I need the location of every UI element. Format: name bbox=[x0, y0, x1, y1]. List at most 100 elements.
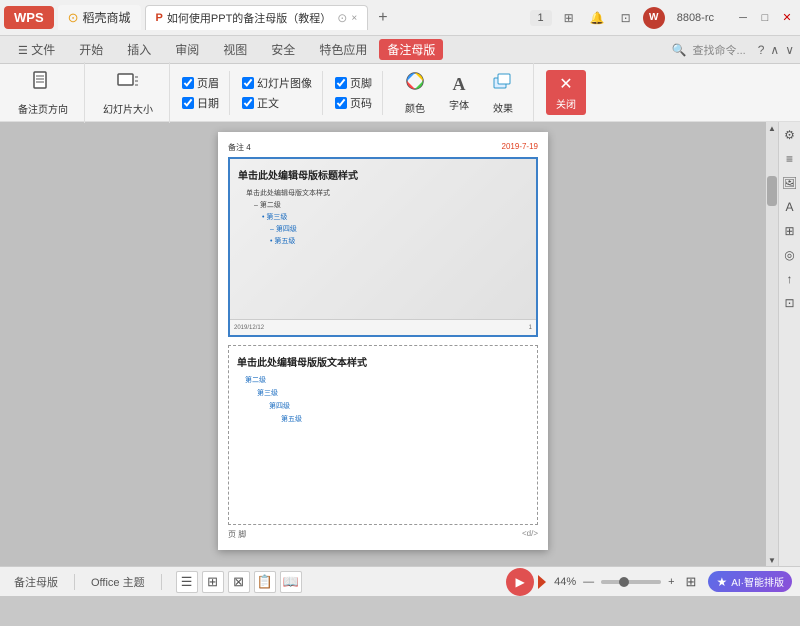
date-checkbox[interactable]: 日期 bbox=[182, 95, 219, 111]
tab-view[interactable]: 视图 bbox=[211, 37, 259, 62]
search-area: 🔍 查找命令... ? ∧ ∨ bbox=[672, 42, 794, 58]
scroll-down-btn[interactable]: ▼ bbox=[766, 554, 778, 566]
ai-smart-layout-btn[interactable]: ★ AI·智能排版 bbox=[708, 571, 792, 592]
footer-checkbox[interactable]: 页脚 bbox=[335, 75, 372, 91]
checkbox-group3: 页脚 页码 bbox=[329, 71, 383, 115]
right-tool-7[interactable]: ↑ bbox=[781, 270, 799, 288]
tab-document[interactable]: P 如何使用PPT的备注母版（教程） ⊙ × bbox=[145, 5, 369, 30]
zoom-slider[interactable] bbox=[601, 580, 661, 584]
grid-view-btn[interactable]: ⊠ bbox=[228, 571, 250, 593]
office-theme-label[interactable]: Office 主题 bbox=[85, 572, 151, 592]
font-btn[interactable]: A 字体 bbox=[439, 71, 479, 115]
page-header-left: 备注 4 bbox=[228, 142, 251, 153]
user-avatar[interactable]: W bbox=[643, 7, 665, 29]
effect-icon bbox=[492, 70, 514, 98]
tab-start[interactable]: 开始 bbox=[67, 37, 115, 62]
zoom-plus-btn[interactable]: + bbox=[665, 576, 677, 588]
tab-security[interactable]: 安全 bbox=[259, 37, 307, 62]
slide-view-btn[interactable]: ⊞ bbox=[202, 571, 224, 593]
slide-footer-left: 2019/12/12 bbox=[234, 325, 264, 331]
tab-insert[interactable]: 插入 bbox=[115, 37, 163, 62]
right-tool-3[interactable]: 🖼 bbox=[781, 174, 799, 192]
body-checkbox[interactable]: 正文 bbox=[242, 95, 312, 111]
slide-preview[interactable]: 单击此处编辑母版标题样式 单击此处编辑母版文本样式 – 第二级 • 第三级 – … bbox=[228, 157, 538, 337]
tab-list-btn[interactable]: ⊞ bbox=[560, 9, 578, 27]
slide-bullet-2: – 第二级 bbox=[254, 200, 528, 210]
play-options-btn[interactable] bbox=[538, 575, 546, 589]
close-ribbon-label: 关闭 bbox=[556, 96, 576, 111]
outline-view-btn[interactable]: ☰ bbox=[176, 571, 198, 593]
slide-size-btn[interactable]: 幻灯片大小 bbox=[97, 66, 159, 119]
page-footer-right: <d/> bbox=[522, 529, 538, 540]
maximize-btn[interactable]: □ bbox=[756, 9, 774, 27]
right-tool-1[interactable]: ⚙ bbox=[781, 126, 799, 144]
zoom-minus-btn[interactable]: — bbox=[580, 576, 597, 588]
notes-view-btn[interactable]: 📋 bbox=[254, 571, 276, 593]
status-divider-2 bbox=[161, 574, 162, 590]
right-panel: ⚙ ≡ 🖼 A ⊞ ◎ ↑ ⊡ bbox=[778, 122, 800, 566]
tab-file[interactable]: ☰ 文件 bbox=[6, 37, 67, 62]
page-num-checkbox[interactable]: 页码 bbox=[335, 95, 372, 111]
screen-mode-btn[interactable]: ⊡ bbox=[617, 9, 635, 27]
new-tab-btn[interactable]: + bbox=[372, 9, 393, 27]
help-btn[interactable]: ? bbox=[758, 43, 765, 57]
scroll-up-btn[interactable]: ▲ bbox=[766, 122, 778, 134]
color-group: 颜色 A 字体 效果 bbox=[389, 63, 534, 122]
right-tool-5[interactable]: ⊞ bbox=[781, 222, 799, 240]
status-left: 备注母版 Office 主题 ☰ ⊞ ⊠ 📋 📖 bbox=[8, 571, 302, 593]
tab-notes-master[interactable]: 备注母版 bbox=[379, 39, 443, 60]
play-slideshow-btn[interactable]: ▶ bbox=[506, 568, 534, 596]
header-checkbox[interactable]: 页眉 bbox=[182, 75, 219, 91]
close-window-btn[interactable]: ✕ bbox=[778, 9, 796, 27]
status-divider-1 bbox=[74, 574, 75, 590]
expand-btn[interactable]: ∧ bbox=[770, 43, 779, 57]
vertical-scrollbar[interactable]: ▲ ▼ bbox=[766, 122, 778, 566]
notes-direction-group: 备注页方向 bbox=[6, 62, 85, 123]
tab-count-badge[interactable]: 1 bbox=[530, 10, 552, 26]
scroll-thumb[interactable] bbox=[767, 176, 777, 206]
layout-icons: ☰ ⊞ ⊠ 📋 📖 bbox=[176, 571, 302, 593]
slide-title: 单击此处编辑母版标题样式 bbox=[238, 167, 528, 182]
notes-direction-btn[interactable]: 备注页方向 bbox=[12, 66, 74, 119]
search-label[interactable]: 查找命令... bbox=[693, 42, 746, 58]
right-tool-6[interactable]: ◎ bbox=[781, 246, 799, 264]
slide-size-icon bbox=[116, 69, 140, 99]
right-tool-2[interactable]: ≡ bbox=[781, 150, 799, 168]
color-btn[interactable]: 颜色 bbox=[395, 67, 435, 118]
notes-title: 单击此处编辑母版版文本样式 bbox=[237, 354, 529, 369]
tab-review[interactable]: 审阅 bbox=[163, 37, 211, 62]
slide-bullet-1: 单击此处编辑母版文本样式 bbox=[246, 188, 528, 198]
tab-special-color[interactable]: 特色应用 bbox=[307, 37, 379, 62]
right-tool-8[interactable]: ⊡ bbox=[781, 294, 799, 312]
slide-image-checkbox[interactable]: 幻灯片图像 bbox=[242, 75, 312, 91]
color-label: 颜色 bbox=[405, 100, 425, 115]
tab-mahogany[interactable]: ⊙ 稻壳商城 bbox=[58, 5, 141, 30]
notes-master-mode[interactable]: 备注母版 bbox=[8, 572, 64, 592]
tab-close-btn[interactable]: × bbox=[351, 13, 357, 24]
notes-area[interactable]: 单击此处编辑母版版文本样式 第二级 第三级 第四级 第五级 bbox=[228, 345, 538, 525]
collapse-btn[interactable]: ∨ bbox=[785, 43, 794, 57]
notes-direction-label: 备注页方向 bbox=[18, 101, 68, 116]
minimize-btn[interactable]: ─ bbox=[734, 9, 752, 27]
effect-btn[interactable]: 效果 bbox=[483, 67, 523, 118]
status-right: 44% — + ⊞ ★ AI·智能排版 bbox=[546, 571, 792, 592]
scroll-track[interactable] bbox=[766, 134, 778, 554]
title-controls: 1 ⊞ 🔔 ⊡ W 8808-rc ─ □ ✕ bbox=[530, 7, 797, 29]
right-tool-4[interactable]: A bbox=[781, 198, 799, 216]
slide-footer-right: 1 bbox=[529, 325, 532, 331]
notes-line-5: 第五级 bbox=[281, 414, 529, 424]
slide-bullet-4: – 第四级 bbox=[270, 224, 528, 234]
account-icon-btn[interactable]: 🔔 bbox=[586, 9, 609, 27]
wps-logo[interactable]: WPS bbox=[4, 6, 54, 29]
toolbar: 备注页方向 幻灯片大小 页眉 日期 bbox=[0, 64, 800, 122]
slide-bullet-5: • 第五级 bbox=[270, 236, 528, 246]
zoom-level: 44% bbox=[554, 576, 576, 588]
search-icon: 🔍 bbox=[672, 43, 687, 57]
fullscreen-btn[interactable]: ⊞ bbox=[686, 574, 697, 590]
slide-inner: 单击此处编辑母版标题样式 单击此处编辑母版文本样式 – 第二级 • 第三级 – … bbox=[230, 159, 536, 335]
reading-view-btn[interactable]: 📖 bbox=[280, 571, 302, 593]
zoom-thumb[interactable] bbox=[619, 577, 629, 587]
page-footer: 页 脚 <d/> bbox=[228, 529, 538, 540]
color-icon bbox=[404, 70, 426, 98]
close-notes-master-btn[interactable]: ✕ 关闭 bbox=[546, 70, 586, 115]
